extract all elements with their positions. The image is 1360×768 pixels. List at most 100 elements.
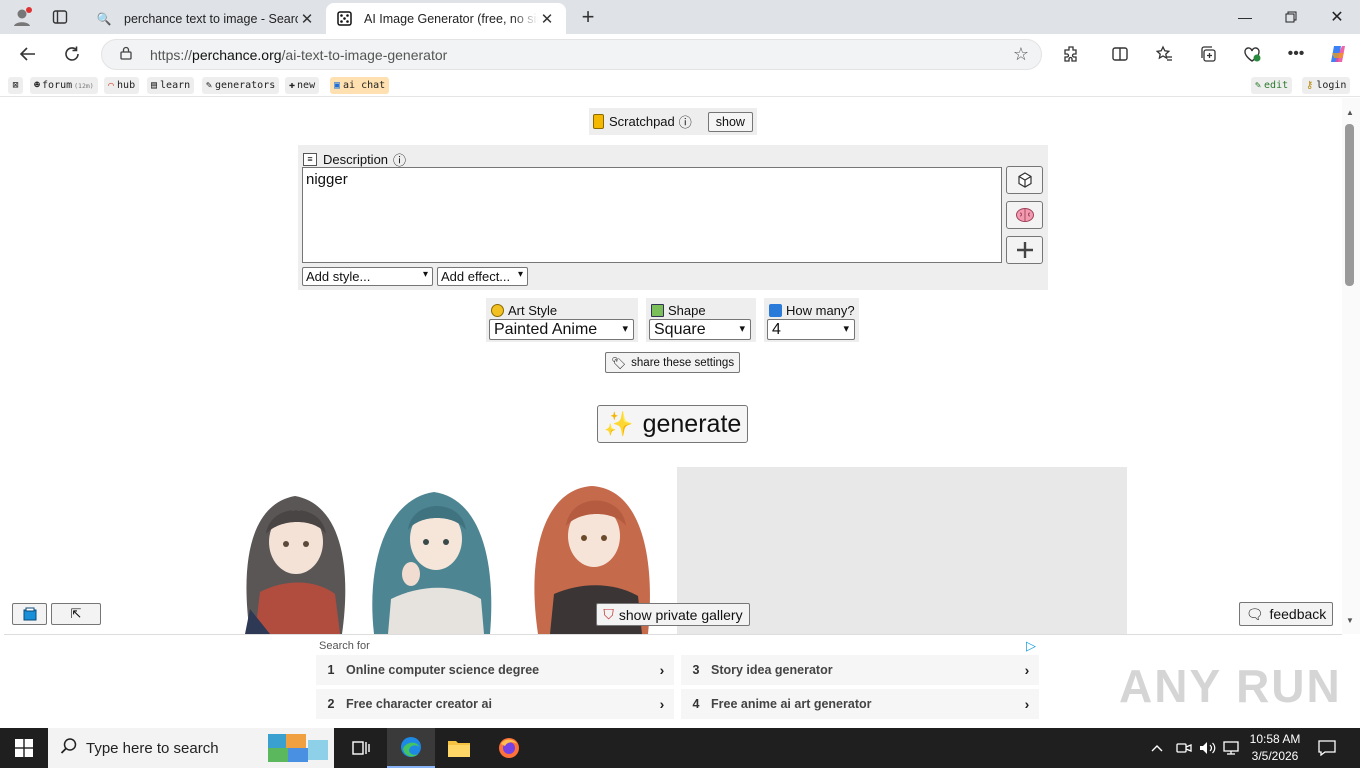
task-view-icon[interactable] — [337, 728, 385, 768]
lock-icon[interactable] — [120, 46, 140, 63]
collections-icon[interactable] — [1193, 40, 1223, 68]
info-icon[interactable]: ⓘ — [679, 112, 692, 131]
page-scrollbar[interactable]: ▲ ▼ — [1342, 98, 1360, 634]
chevron-right-icon: › — [1024, 696, 1030, 712]
login-label: login — [1316, 80, 1347, 91]
art-style-select[interactable]: Painted Anime ▾ — [489, 319, 634, 340]
generators-label: generators — [215, 80, 276, 91]
scroll-up-icon[interactable]: ▲ — [1344, 108, 1356, 117]
start-button[interactable] — [0, 728, 48, 768]
restore-icon[interactable] — [1268, 0, 1314, 34]
volume-icon[interactable] — [1199, 728, 1217, 768]
add-style-select[interactable]: Add style... ▾ — [302, 267, 433, 286]
copilot-icon[interactable] — [1323, 40, 1353, 68]
learn-link[interactable]: ▤ learn — [147, 77, 195, 94]
split-screen-icon[interactable] — [1105, 40, 1135, 68]
close-tab-icon[interactable]: ✕ — [538, 10, 556, 28]
network-icon[interactable] — [1222, 728, 1240, 768]
chevron-right-icon: › — [659, 696, 665, 712]
perchance-top-bar: ⊠ ☻ forum (12m) ⌒ hub ▤ learn ✎ generators ✚ n… — [0, 74, 1360, 97]
chevron-down-icon: ▾ — [843, 323, 849, 335]
browser-toolbar: https://perchance.org/ai-text-to-image-g… — [0, 34, 1360, 74]
generate-button[interactable]: ✨ generate — [597, 405, 748, 443]
ad-text: Story idea generator — [711, 663, 833, 677]
memo-icon: ≡ — [303, 153, 317, 166]
learn-label: learn — [160, 80, 191, 91]
tab-ai-image-generator[interactable]: AI Image Generator (free, no sign ✕ — [326, 3, 566, 34]
scroll-down-icon[interactable]: ▼ — [1344, 616, 1356, 625]
extensions-icon[interactable] — [1056, 40, 1086, 68]
gallery-toggle-button[interactable] — [12, 603, 47, 625]
ai-chat-link[interactable]: ▣ ai chat — [330, 77, 390, 94]
share-settings-button[interactable]: 🏷 share these settings — [605, 352, 740, 373]
feedback-button[interactable]: 🗨 feedback — [1239, 602, 1333, 626]
show-private-gallery-button[interactable]: ⛉ show private gallery — [596, 603, 750, 626]
tray-chevron-icon[interactable] — [1150, 728, 1164, 768]
description-textarea[interactable]: nigger — [302, 167, 1002, 263]
url-text[interactable]: https://perchance.org/ai-text-to-image-g… — [150, 47, 447, 63]
scratchpad-panel: Scratchpad ⓘ show — [589, 108, 757, 135]
hub-link[interactable]: ⌒ hub — [104, 77, 140, 94]
close-window-icon[interactable]: ✕ — [1314, 0, 1360, 34]
minimize-icon[interactable]: — — [1222, 0, 1268, 34]
generate-label: generate — [642, 409, 742, 438]
plus-icon — [1016, 242, 1033, 258]
shape-select[interactable]: Square ▾ — [649, 319, 751, 340]
gallery-icon — [23, 607, 36, 621]
random-dice-button[interactable] — [1006, 166, 1043, 194]
edit-link[interactable]: ✎ edit — [1251, 77, 1293, 94]
chevron-down-icon: ▾ — [739, 323, 745, 335]
taskbar-search[interactable]: Type here to search — [48, 728, 334, 768]
profile-icon[interactable] — [10, 6, 34, 28]
refresh-icon[interactable] — [57, 40, 87, 68]
back-arrow-icon[interactable] — [13, 40, 43, 68]
more-options-icon[interactable]: ••• — [1281, 40, 1311, 68]
add-effect-select[interactable]: Add effect... ▾ — [437, 267, 528, 286]
new-tab-icon[interactable]: + — [576, 4, 600, 29]
plus-icon: ✚ — [289, 80, 296, 91]
comment-icon: 🗨 — [1245, 605, 1264, 622]
ad-item[interactable]: 2 Free character creator ai › — [316, 689, 674, 719]
favorite-star-icon[interactable]: ☆ — [1013, 44, 1029, 65]
address-bar[interactable]: https://perchance.org/ai-text-to-image-g… — [101, 39, 1042, 70]
how-many-select[interactable]: 4 ▾ — [767, 319, 855, 340]
ad-item[interactable]: 3 Story idea generator › — [681, 655, 1039, 685]
add-button[interactable] — [1006, 236, 1043, 264]
private-gallery-label: show private gallery — [618, 606, 743, 623]
tab-actions-icon[interactable] — [48, 6, 72, 28]
windows-taskbar: Type here to search 10:58 AM 3/5/2026 — [0, 728, 1360, 768]
ad-item[interactable]: 1 Online computer science degree › — [316, 655, 674, 685]
brain-button[interactable] — [1006, 201, 1043, 229]
close-tab-icon[interactable]: ✕ — [298, 10, 316, 28]
grid-icon — [769, 304, 782, 317]
tag-icon: 🏷 — [610, 355, 627, 370]
forum-link[interactable]: ☻ forum (12m) — [30, 77, 98, 94]
scroll-top-button[interactable]: ⇱ — [51, 603, 101, 625]
ad-choices-icon[interactable]: ▷ — [1026, 638, 1036, 654]
ad-item[interactable]: 4 Free anime ai art generator › — [681, 689, 1039, 719]
shape-header: Shape — [651, 303, 706, 318]
forum-badge: (12m) — [74, 81, 94, 90]
notifications-icon[interactable] — [1318, 728, 1336, 768]
generators-link[interactable]: ✎ generators — [202, 77, 280, 94]
chevron-right-icon: › — [1024, 662, 1030, 678]
file-explorer-icon[interactable] — [435, 728, 483, 768]
scrollbar-thumb[interactable] — [1345, 124, 1354, 286]
scratchpad-show-button[interactable]: show — [707, 111, 753, 132]
ad-text: Online computer science degree — [346, 663, 540, 677]
new-link[interactable]: ✚ new — [285, 77, 320, 94]
meet-now-icon[interactable] — [1176, 728, 1192, 768]
favorites-icon[interactable] — [1149, 40, 1179, 68]
performance-icon[interactable] — [1237, 40, 1267, 68]
login-link[interactable]: ⚷ login — [1302, 77, 1351, 94]
shape-panel: Shape Square ▾ — [646, 298, 756, 342]
close-bar-icon[interactable]: ⊠ — [8, 77, 23, 94]
tab-strip: 🔍 perchance text to image - Search ✕ AI … — [0, 0, 1360, 34]
shield-icon: ⛉ — [603, 606, 614, 622]
firefox-icon[interactable] — [485, 728, 533, 768]
feedback-label: feedback — [1269, 606, 1327, 622]
taskbar-clock[interactable]: 10:58 AM 3/5/2026 — [1240, 731, 1310, 765]
edge-taskbar-icon[interactable] — [387, 728, 435, 768]
tab-search[interactable]: 🔍 perchance text to image - Search ✕ — [86, 3, 326, 34]
key-icon: ⚷ — [1306, 80, 1314, 91]
